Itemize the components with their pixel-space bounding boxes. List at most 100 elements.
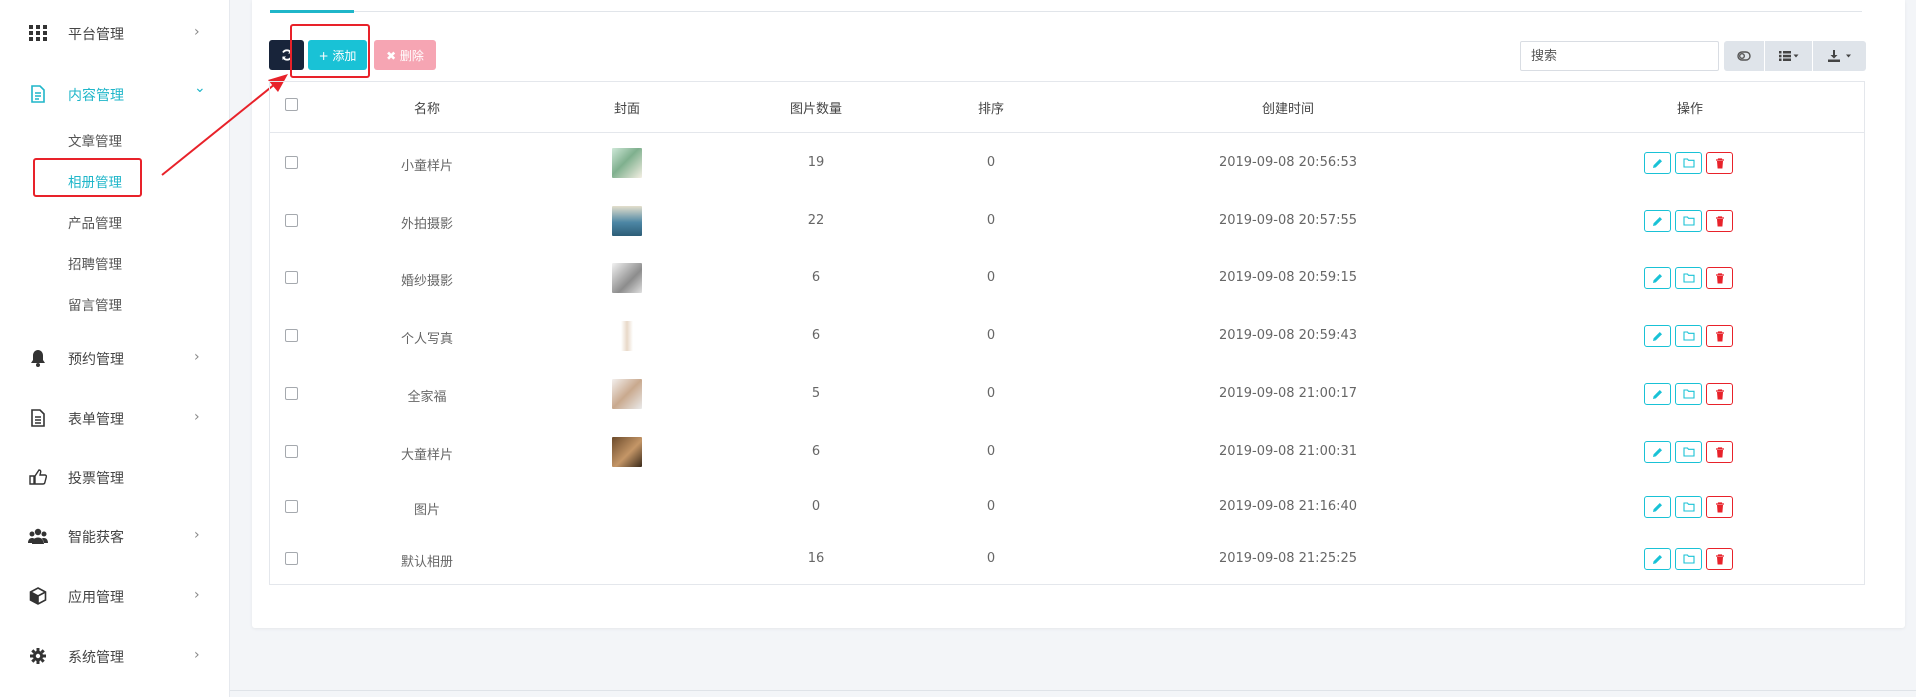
sort-order: 0 (986, 386, 996, 401)
export-dropdown-button[interactable] (1813, 41, 1866, 71)
column-header-cover: 封面 (613, 102, 641, 117)
delete-row-button[interactable] (1706, 383, 1733, 405)
delete-row-button[interactable] (1706, 548, 1733, 570)
album-name: 默认相册 (400, 555, 454, 570)
pencil-icon (1653, 216, 1662, 226)
edit-button[interactable] (1644, 441, 1671, 463)
edit-button[interactable] (1644, 267, 1671, 289)
sidebar-item-platform[interactable]: 平台管理 › (0, 13, 230, 53)
folder-icon (1682, 389, 1695, 399)
sidebar-item-booking[interactable]: 预约管理 › (0, 338, 230, 378)
delete-row-button[interactable] (1706, 496, 1733, 518)
sidebar-item-voting[interactable]: 投票管理 (0, 457, 230, 497)
delete-row-button[interactable] (1706, 152, 1733, 174)
sidebar-subitem-articles[interactable]: 文章管理 (68, 130, 122, 150)
folder-button[interactable] (1675, 441, 1702, 463)
sidebar-item-system[interactable]: 系统管理 › (0, 636, 230, 676)
edit-button[interactable] (1644, 325, 1671, 347)
document-icon (28, 85, 48, 103)
cube-icon (28, 587, 48, 605)
created-time: 2019-09-08 20:57:55 (1218, 213, 1358, 228)
row-checkbox[interactable] (285, 214, 298, 227)
edit-button[interactable] (1644, 548, 1671, 570)
list-icon (1778, 51, 1798, 61)
folder-icon (1682, 502, 1695, 512)
albums-table: 名称 封面 图片数量 排序 创建时间 操作 小童样片 19 0 2019-09-08 … (269, 81, 1865, 585)
trash-icon (1715, 446, 1724, 457)
folder-button[interactable] (1675, 548, 1702, 570)
chevron-right-icon: › (194, 647, 200, 663)
folder-button[interactable] (1675, 152, 1702, 174)
photo-count: 5 (811, 386, 821, 401)
created-time: 2019-09-08 21:16:40 (1218, 499, 1358, 514)
album-cover-thumbnail (612, 148, 642, 178)
sidebar-item-label: 平台管理 (68, 27, 124, 43)
delete-row-button[interactable] (1706, 267, 1733, 289)
sidebar-item-label: 内容管理 (68, 88, 124, 104)
album-name: 小童样片 (400, 159, 454, 174)
row-checkbox[interactable] (285, 271, 298, 284)
sidebar-item-label: 投票管理 (68, 471, 124, 487)
chevron-right-icon: › (194, 349, 200, 365)
edit-button[interactable] (1644, 210, 1671, 232)
folder-button[interactable] (1675, 383, 1702, 405)
sidebar-item-apps[interactable]: 应用管理 › (0, 576, 230, 616)
sidebar-item-forms[interactable]: 表单管理 › (0, 398, 230, 438)
album-name: 婚纱摄影 (400, 274, 454, 289)
folder-icon (1682, 273, 1695, 283)
folder-icon (1682, 158, 1695, 168)
album-name: 全家福 (407, 390, 447, 405)
created-time: 2019-09-08 20:59:43 (1218, 328, 1358, 343)
row-checkbox[interactable] (285, 445, 298, 458)
folder-button[interactable] (1675, 325, 1702, 347)
delete-row-button[interactable] (1706, 210, 1733, 232)
edit-button[interactable] (1644, 152, 1671, 174)
pencil-icon (1653, 502, 1662, 512)
row-checkbox[interactable] (285, 500, 298, 513)
sort-order: 0 (986, 328, 996, 343)
album-cover-thumbnail (612, 206, 642, 236)
delete-row-button[interactable] (1706, 441, 1733, 463)
row-checkbox[interactable] (285, 156, 298, 169)
search-input[interactable] (1520, 41, 1719, 71)
folder-button[interactable] (1675, 267, 1702, 289)
trash-icon (1715, 272, 1724, 283)
photo-count: 22 (807, 213, 825, 228)
delete-button[interactable]: ✖ 删除 (374, 40, 436, 70)
sidebar-subitem-products[interactable]: 产品管理 (68, 212, 122, 232)
sidebar-subitem-messages[interactable]: 留言管理 (68, 294, 122, 314)
edit-button[interactable] (1644, 383, 1671, 405)
folder-icon (1682, 216, 1695, 226)
sidebar-item-label: 预约管理 (68, 352, 124, 368)
sidebar-item-leads[interactable]: 智能获客 › (0, 516, 230, 556)
folder-icon (1682, 554, 1695, 564)
delete-row-button[interactable] (1706, 325, 1733, 347)
select-all-checkbox[interactable] (285, 98, 298, 111)
row-checkbox[interactable] (285, 552, 298, 565)
sort-order: 0 (986, 270, 996, 285)
pencil-icon (1653, 331, 1662, 341)
bell-icon (28, 349, 48, 367)
column-header-count: 图片数量 (789, 102, 843, 117)
album-name: 大童样片 (400, 448, 454, 463)
created-time: 2019-09-08 21:00:17 (1218, 386, 1358, 401)
gear-icon (28, 647, 48, 665)
edit-button[interactable] (1644, 496, 1671, 518)
folder-button[interactable] (1675, 496, 1702, 518)
photo-count: 6 (811, 270, 821, 285)
row-checkbox[interactable] (285, 387, 298, 400)
row-checkbox[interactable] (285, 329, 298, 342)
folder-button[interactable] (1675, 210, 1702, 232)
grid-icon (28, 24, 48, 42)
trash-icon (1715, 501, 1724, 512)
toggle-view-button[interactable] (1724, 41, 1764, 71)
sidebar-item-label: 系统管理 (68, 650, 124, 666)
sort-order: 0 (986, 155, 996, 170)
album-cover-thumbnail (612, 263, 642, 293)
columns-dropdown-button[interactable] (1765, 41, 1812, 71)
album-cover-thumbnail (612, 379, 642, 409)
column-header-actions: 操作 (1676, 102, 1704, 117)
sort-order: 0 (986, 213, 996, 228)
sidebar-subitem-recruitment[interactable]: 招聘管理 (68, 253, 122, 273)
pencil-icon (1653, 447, 1662, 457)
